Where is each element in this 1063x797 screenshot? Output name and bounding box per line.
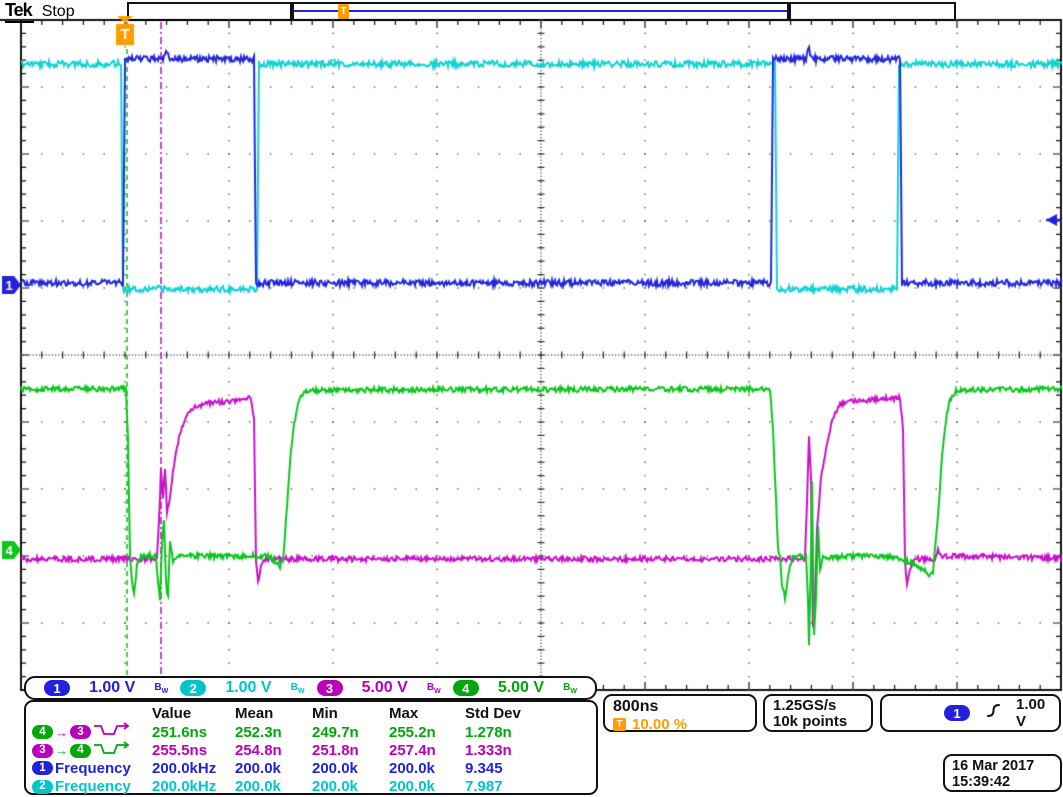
measurement-row-delay-3-4: 3 → 4 255.5ns 254.8n 251.8n 257.4n 1.333… — [32, 741, 596, 759]
col-header-value: Value — [152, 705, 235, 722]
channel-4-scale: 5.00 V — [498, 679, 544, 697]
arrow-icon: → — [55, 744, 68, 757]
col-header-min: Min — [312, 705, 389, 722]
channel-2-readout: 2 1.00 V BW — [174, 679, 310, 697]
meas-mean: 252.3n — [235, 724, 312, 741]
channel-scale-bar: 1 1.00 V BW 2 1.00 V BW 3 5.00 V BW 4 5.… — [24, 676, 597, 700]
measurement-row-ch1-frequency: 1 Frequency 200.0kHz 200.0k 200.0k 200.0… — [32, 759, 596, 777]
trigger-readout: 1 1.00 V — [880, 694, 1061, 732]
dest-badge: 3 — [70, 725, 91, 739]
source-badge: 4 — [32, 725, 53, 739]
dest-badge: 4 — [70, 744, 91, 758]
delay-measurement-icon — [93, 741, 131, 761]
channel-3-readout: 3 5.00 V BW — [311, 679, 447, 697]
channel-2-scale: 1.00 V — [225, 679, 271, 697]
trigger-level-value: 1.00 V — [1016, 696, 1047, 730]
bandwidth-limit-icon: BW — [291, 682, 305, 695]
record-length: 10k points — [773, 714, 863, 730]
date-value: 16 Mar 2017 — [952, 758, 1053, 774]
meas-max: 255.2n — [389, 724, 465, 741]
channel-4-badge: 4 — [453, 680, 479, 696]
measurement-row-ch2-frequency: 2 Frequency 200.0kHz 200.0k 200.0k 200.0… — [32, 778, 596, 796]
col-header-max: Max — [389, 705, 465, 722]
arrow-icon: → — [55, 726, 68, 739]
bandwidth-limit-icon: BW — [154, 682, 168, 695]
measurement-row-delay-4-3: 4 → 3 251.6ns 252.3n 249.7n 255.2n 1.278… — [32, 722, 596, 740]
channel-1-badge: 1 — [44, 680, 70, 696]
acquisition-status: Stop — [42, 3, 75, 21]
meas-name: Frequency — [55, 760, 131, 777]
meas-min: 251.8n — [312, 742, 389, 759]
channel-3-badge: 3 — [317, 680, 343, 696]
meas-stddev: 1.278n — [465, 724, 596, 741]
channel-1-readout: 1 1.00 V BW — [38, 679, 174, 697]
meas-min: 200.0k — [312, 760, 389, 777]
sample-rate: 1.25GS/s — [773, 698, 863, 714]
datetime-readout: 16 Mar 2017 15:39:42 — [943, 754, 1062, 792]
meas-stddev: 9.345 — [465, 760, 596, 777]
bandwidth-limit-icon: BW — [563, 682, 577, 695]
delay-measurement-icon — [93, 722, 131, 742]
bandwidth-limit-icon: BW — [427, 682, 441, 695]
col-header-stddev: Std Dev — [465, 705, 596, 722]
meas-max: 200.0k — [389, 760, 465, 777]
channel-3-scale: 5.00 V — [362, 679, 408, 697]
meas-mean: 200.0k — [235, 778, 312, 795]
meas-value: 255.5ns — [152, 742, 235, 759]
timebase-value: 800ns — [613, 698, 747, 716]
source-badge: 2 — [32, 780, 53, 794]
measurement-table: Value Mean Min Max Std Dev 4 → 3 251.6ns… — [24, 700, 598, 795]
meas-max: 257.4n — [389, 742, 465, 759]
rising-edge-slope-icon — [986, 702, 1000, 724]
col-header-mean: Mean — [235, 705, 312, 722]
meas-value: 200.0kHz — [152, 778, 235, 795]
trigger-position-icon: T — [613, 718, 626, 731]
channel-2-badge: 2 — [180, 680, 206, 696]
meas-value: 251.6ns — [152, 724, 235, 741]
oscilloscope-screen: Tek Stop T 1 1.00 V BW 2 1.00 V BW 3 5.0… — [0, 0, 1063, 797]
meas-mean: 254.8n — [235, 742, 312, 759]
status-header: Tek Stop — [5, 0, 75, 23]
trigger-position-value: 10.00 % — [632, 716, 687, 733]
meas-name: Frequency — [55, 778, 131, 795]
meas-stddev: 1.333n — [465, 742, 596, 759]
meas-mean: 200.0k — [235, 760, 312, 777]
channel-1-scale: 1.00 V — [89, 679, 135, 697]
tek-logo: Tek — [5, 0, 34, 23]
meas-min: 200.0k — [312, 778, 389, 795]
trigger-source-badge: 1 — [944, 705, 970, 721]
measurement-header-row: Value Mean Min Max Std Dev — [32, 704, 596, 722]
acquisition-readout: 1.25GS/s 10k points — [763, 694, 873, 732]
meas-stddev: 7.987 — [465, 778, 596, 795]
horizontal-readout: 800ns T 10.00 % — [603, 694, 757, 732]
meas-max: 200.0k — [389, 778, 465, 795]
channel-4-readout: 4 5.00 V BW — [447, 679, 583, 697]
source-badge: 1 — [32, 761, 53, 775]
meas-value: 200.0kHz — [152, 760, 235, 777]
time-value: 15:39:42 — [952, 774, 1053, 790]
source-badge: 3 — [32, 744, 53, 758]
meas-min: 249.7n — [312, 724, 389, 741]
